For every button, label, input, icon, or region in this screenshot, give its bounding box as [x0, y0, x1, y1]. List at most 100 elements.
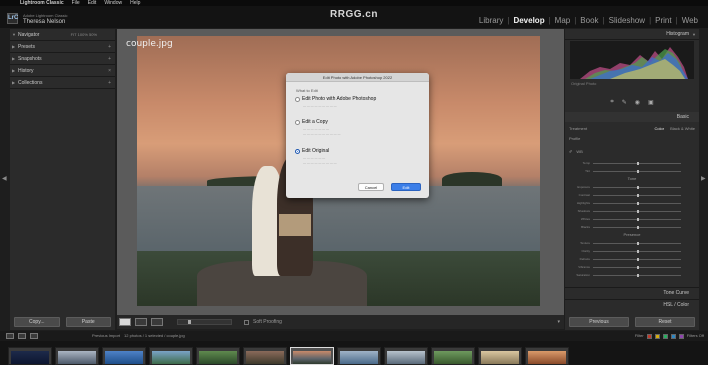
add-preset-icon[interactable]: + [108, 41, 111, 53]
slider-highlights[interactable]: Highlights [569, 199, 695, 207]
slider-knob[interactable] [637, 209, 639, 213]
mask-icon[interactable]: ▣ [648, 99, 654, 109]
slider-vibrance[interactable]: Vibrance [569, 263, 695, 271]
panel-snapshots[interactable]: ▶ Snapshots + [10, 53, 115, 65]
zoom-slider[interactable] [177, 319, 232, 325]
thumbnail[interactable] [55, 347, 99, 365]
clear-history-icon[interactable]: × [108, 65, 111, 77]
spot-removal-icon[interactable]: ✎ [622, 99, 627, 109]
thumbnail-selected[interactable] [290, 347, 334, 365]
slider-shadows[interactable]: Shadows [569, 207, 695, 215]
filter-dropdown[interactable]: Filters Off [687, 331, 704, 341]
slider-knob[interactable] [637, 257, 639, 261]
slider-knob[interactable] [637, 161, 639, 165]
panel-navigator[interactable]: ▼ Navigator FIT 100% 50% [10, 29, 115, 41]
thumbnail[interactable] [478, 347, 522, 365]
slider-texture[interactable]: Texture [569, 239, 695, 247]
slider-temp[interactable]: Temp [569, 159, 695, 167]
slider-knob[interactable] [637, 217, 639, 221]
slider-knob[interactable] [637, 249, 639, 253]
slider-knob[interactable] [637, 169, 639, 173]
previous-button[interactable]: Previous [569, 317, 629, 327]
option-edit-copy[interactable]: Edit a Copy [295, 119, 328, 125]
slider-knob[interactable] [188, 320, 191, 324]
slider-knob[interactable] [637, 201, 639, 205]
edit-button[interactable]: Edit [391, 183, 421, 191]
slider-knob[interactable] [637, 185, 639, 189]
edit-in-photoshop-dialog: Edit Photo with Adobe Photoshop 2022 Wha… [286, 73, 429, 198]
grid-view-icon[interactable] [30, 333, 38, 339]
panel-collections[interactable]: ▶ Collections + [10, 77, 115, 89]
treatment-bw-option[interactable]: Black & White [670, 126, 695, 131]
slider-whites[interactable]: Whites [569, 215, 695, 223]
radio-checked-icon[interactable] [295, 148, 300, 154]
paste-button[interactable]: Paste [65, 317, 111, 327]
filmstrip-source[interactable]: Previous Import [92, 331, 120, 341]
panel-history[interactable]: ▶ History × [10, 65, 115, 77]
slider-knob[interactable] [637, 273, 639, 277]
yellow-label-icon[interactable] [654, 333, 660, 339]
module-slideshow[interactable]: Slideshow [605, 16, 649, 25]
identity-text: Adobe Lightroom Classic Theresa Nelson [23, 13, 67, 25]
option-edit-with-photoshop[interactable]: Edit Photo with Adobe Photoshop [295, 96, 376, 102]
module-book[interactable]: Book [576, 16, 602, 25]
slider-contrast[interactable]: Contrast [569, 191, 695, 199]
slider-saturation[interactable]: Saturation [569, 271, 695, 279]
blue-label-icon[interactable] [670, 333, 676, 339]
radio-icon[interactable] [295, 119, 300, 125]
slider-tint[interactable]: Tint [569, 167, 695, 175]
monitor-2-icon[interactable] [18, 333, 26, 339]
filmstrip-bar: Previous Import 12 photos / 1 selected /… [0, 331, 708, 341]
module-web[interactable]: Web [678, 16, 702, 25]
thumbnail[interactable] [384, 347, 428, 365]
before-after-icon[interactable] [135, 318, 147, 326]
slider-knob[interactable] [637, 241, 639, 245]
left-panel-toggle-icon[interactable]: ◀ [2, 175, 7, 182]
green-label-icon[interactable] [662, 333, 668, 339]
right-panel-toggle-icon[interactable]: ▶ [701, 175, 706, 182]
basic-panel-header[interactable]: Basic [565, 112, 699, 122]
before-after-swap-icon[interactable] [151, 318, 163, 326]
treatment-color-option[interactable]: Color [655, 126, 665, 131]
slider-knob[interactable] [637, 225, 639, 229]
add-snapshot-icon[interactable]: + [108, 53, 111, 65]
red-label-icon[interactable] [646, 333, 652, 339]
purple-label-icon[interactable] [678, 333, 684, 339]
thumbnail[interactable] [243, 347, 287, 365]
slider-dehaze[interactable]: Dehaze [569, 255, 695, 263]
toolbar-menu-arrow-icon[interactable]: ▾ [557, 319, 560, 325]
module-develop[interactable]: Develop [509, 16, 548, 25]
copy-button[interactable]: Copy... [14, 317, 60, 327]
monitor-1-icon[interactable] [6, 333, 14, 339]
reset-button[interactable]: Reset [635, 317, 695, 327]
tone-curve-header[interactable]: Tone Curve [565, 287, 699, 297]
cancel-button[interactable]: Cancel [358, 183, 384, 191]
thumbnail[interactable] [525, 347, 569, 365]
module-print[interactable]: Print [651, 16, 675, 25]
add-collection-icon[interactable]: + [108, 77, 111, 89]
slider-knob[interactable] [637, 265, 639, 269]
slider-blacks[interactable]: Blacks [569, 223, 695, 231]
soft-proofing-checkbox[interactable] [244, 319, 249, 325]
histogram-header[interactable]: Histogram ▼ [565, 29, 699, 40]
thumbnail[interactable] [431, 347, 475, 365]
thumbnail[interactable] [149, 347, 193, 365]
panel-presets[interactable]: ▶ Presets + [10, 41, 115, 53]
redeye-icon[interactable]: ◉ [635, 99, 640, 109]
option-edit-original[interactable]: Edit Original [295, 148, 329, 154]
wb-eyedropper-icon[interactable]: ✐ [569, 149, 572, 154]
slider-exposure[interactable]: Exposure [569, 183, 695, 191]
hsl-header[interactable]: HSL / Color [565, 299, 699, 309]
loupe-view-icon[interactable] [119, 318, 131, 326]
thumbnail[interactable] [196, 347, 240, 365]
navigator-zoom-options[interactable]: FIT 100% 50% [71, 29, 97, 41]
thumbnail[interactable] [8, 347, 52, 365]
thumbnail[interactable] [337, 347, 381, 365]
module-library[interactable]: Library [475, 16, 507, 25]
crop-icon[interactable]: ⌗ [610, 99, 613, 109]
slider-knob[interactable] [637, 193, 639, 197]
slider-clarity[interactable]: Clarity [569, 247, 695, 255]
radio-icon[interactable] [295, 96, 300, 102]
module-map[interactable]: Map [551, 16, 575, 25]
thumbnail[interactable] [102, 347, 146, 365]
